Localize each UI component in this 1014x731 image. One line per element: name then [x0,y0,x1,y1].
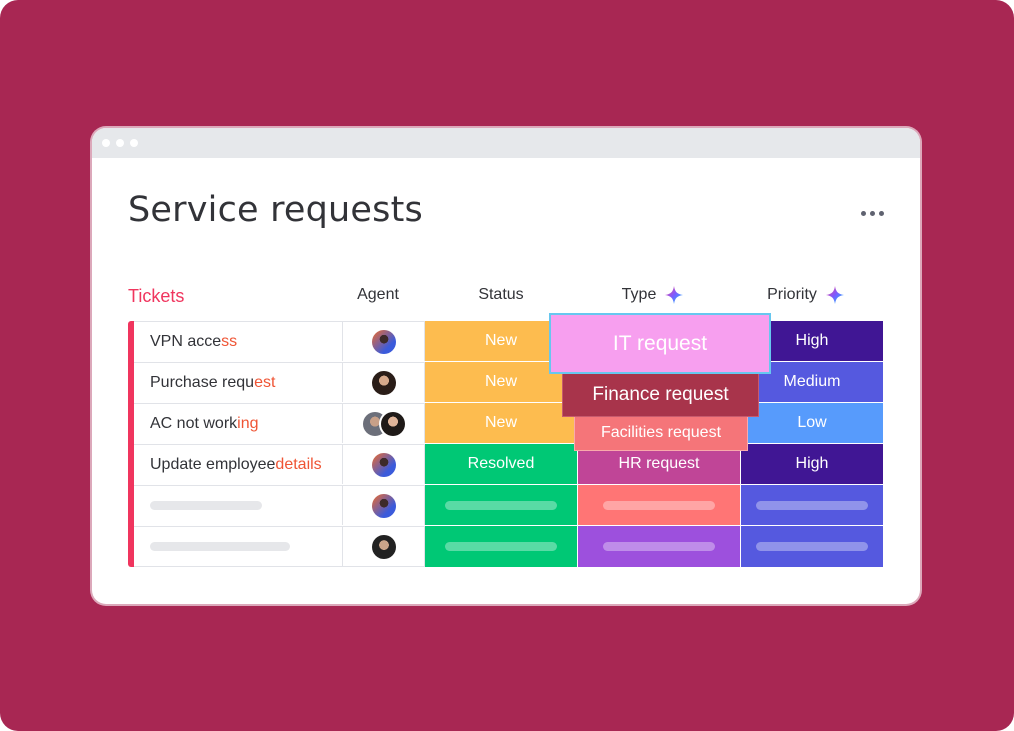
page-title: Service requests [128,190,423,230]
item-name-cell[interactable]: Update employee details [134,444,343,484]
type-option-label: IT request [612,331,708,355]
avatar[interactable] [380,411,405,436]
table-row[interactable] [134,526,883,567]
type-option-finance[interactable]: Finance request [562,372,759,417]
avatar[interactable] [371,493,396,518]
item-name-text: Update employee [150,455,276,473]
type-option-label: Facilities request [600,424,722,441]
item-name-highlight: est [254,373,276,391]
placeholder-bar [603,500,715,510]
table-row[interactable]: Update employee details Resolved HR requ… [134,444,883,485]
placeholder-bar [756,542,868,551]
column-header-status[interactable]: Status [419,285,583,305]
priority-cell[interactable]: High [741,444,883,484]
placeholder-bar [445,500,557,510]
avatar[interactable] [371,329,396,354]
item-name-cell[interactable]: Purchase requ est [134,362,343,402]
item-name-highlight: ss [221,332,238,350]
ai-sparkle-icon[interactable] [664,285,684,305]
placeholder-bar [150,501,262,510]
type-option-facilities[interactable]: Facilities request [574,415,748,451]
placeholder-bar [603,542,715,551]
agent-cell[interactable] [343,485,425,525]
window-control-dot[interactable] [116,139,124,147]
avatar[interactable] [371,534,396,559]
item-name-text: Purchase requ [150,373,255,391]
column-header-agent[interactable]: Agent [337,285,419,305]
item-name-highlight: details [275,455,322,473]
type-cell[interactable] [578,485,740,525]
column-header-label: Type [621,286,657,303]
priority-cell[interactable] [741,485,883,525]
table-row[interactable]: AC not work ing New Low [134,403,883,444]
agent-cell[interactable] [343,444,425,484]
ai-sparkle-icon[interactable] [825,285,845,305]
item-name-text: AC not work [150,414,238,432]
priority-cell[interactable] [741,526,883,567]
status-cell[interactable]: New [425,403,577,443]
status-cell[interactable] [425,526,577,567]
placeholder-bar [445,542,557,551]
column-header-type[interactable]: Type [572,285,734,305]
window-titlebar [92,128,920,158]
status-cell[interactable]: Resolved [425,444,577,484]
column-header-label: Priority [767,286,817,303]
column-header-label: Agent [357,286,399,303]
window-control-dot[interactable] [102,139,110,147]
agent-cell[interactable] [343,403,425,443]
status-cell[interactable] [425,485,577,525]
avatar-group[interactable] [362,411,405,436]
item-name-cell[interactable]: VPN acce ss [134,321,343,361]
priority-cell[interactable]: Low [741,403,883,443]
agent-cell[interactable] [343,362,425,402]
page-background: Service requests Tickets Agent Status Ty… [0,0,1014,731]
agent-cell[interactable] [343,321,425,361]
agent-cell[interactable] [343,526,425,567]
table-row[interactable] [134,485,883,526]
window-control-dot[interactable] [130,139,138,147]
type-cell[interactable] [578,526,740,567]
column-header-label: Status [478,286,524,303]
more-dots-icon[interactable] [852,203,892,223]
avatar[interactable] [371,452,396,477]
type-option-label: Finance request [592,383,729,405]
column-header-priority[interactable]: Priority [735,285,877,305]
app-window: Service requests Tickets Agent Status Ty… [92,128,920,604]
placeholder-bar [756,500,868,510]
item-name-cell[interactable] [134,485,343,525]
placeholder-bar [150,542,290,551]
item-name-highlight: ing [237,414,259,432]
item-name-cell[interactable]: AC not work ing [134,403,343,443]
type-option-it[interactable]: IT request [549,313,771,374]
item-name-text: VPN acce [150,332,222,350]
avatar[interactable] [371,370,396,395]
group-title[interactable]: Tickets [128,286,184,307]
item-name-cell[interactable] [134,526,343,567]
